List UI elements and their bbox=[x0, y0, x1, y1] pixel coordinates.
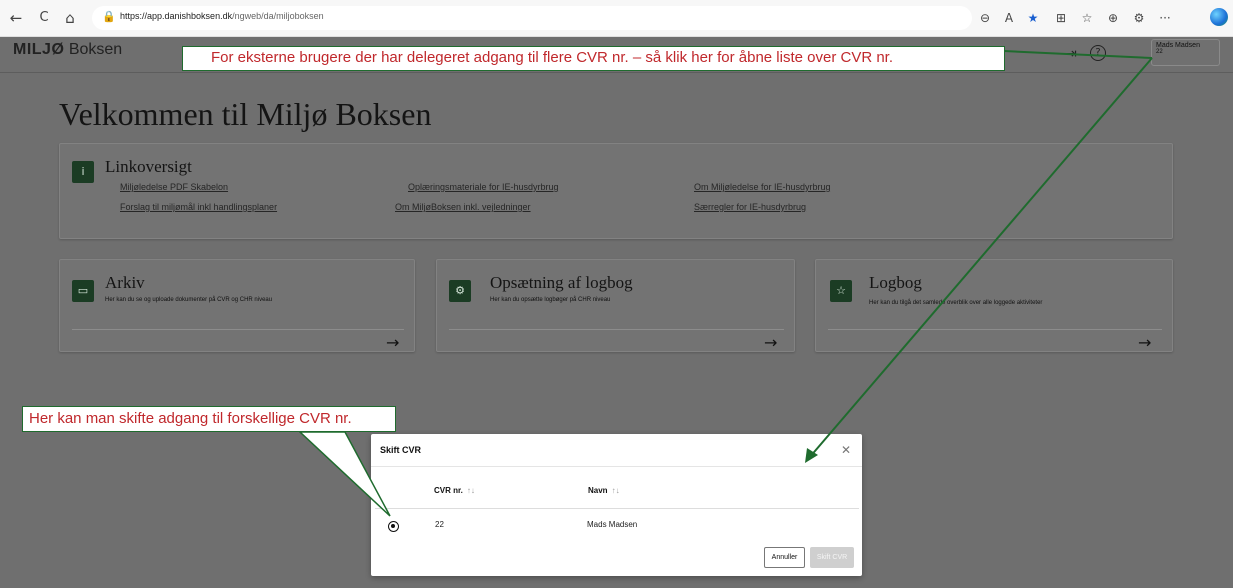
split-screen-icon[interactable]: ⊞ bbox=[1052, 9, 1070, 27]
url-path: /ngweb/da/miljoboksen bbox=[232, 11, 324, 21]
logbook-star-icon: ☆ bbox=[830, 280, 852, 302]
link-environment-goals[interactable]: Forslag til miljømål inkl handlingsplane… bbox=[120, 202, 277, 212]
logbook-setup-divider bbox=[449, 329, 784, 330]
zoom-icon[interactable]: ⊖ bbox=[976, 9, 994, 27]
cvr-header-label: CVR nr. bbox=[434, 486, 463, 495]
settings-icon: ⚙ bbox=[449, 280, 471, 302]
logbook-arrow-icon[interactable]: → bbox=[1138, 335, 1151, 351]
logbook-description: Her kan du tilgå det samlede overblik ov… bbox=[869, 300, 1043, 306]
switch-cvr-button[interactable]: Skift CVR bbox=[810, 547, 854, 568]
dialog-header-divider bbox=[371, 466, 862, 467]
back-icon[interactable]: ← bbox=[6, 8, 26, 28]
link-overview-title: Linkoversigt bbox=[105, 157, 192, 176]
archive-title: Arkiv bbox=[105, 273, 145, 292]
archive-arrow-icon[interactable]: → bbox=[386, 335, 399, 351]
logbook-setup-card[interactable]: ⚙ Opsætning af logbog Her kan du opsætte… bbox=[436, 259, 795, 352]
logout-icon[interactable]: ⇥ bbox=[1062, 45, 1080, 63]
reload-icon[interactable]: C bbox=[34, 8, 54, 28]
brand-logo[interactable]: MILJØ Boksen bbox=[13, 41, 122, 59]
page-title: Velkommen til Miljø Boksen bbox=[59, 96, 432, 132]
table-header-divider bbox=[375, 508, 859, 509]
link-special-rules[interactable]: Særregler for IE-husdyrbrug bbox=[694, 202, 806, 212]
row-radio-selected[interactable] bbox=[388, 521, 399, 532]
address-bar[interactable]: 🔒 https://app.danishboksen.dk/ngweb/da/m… bbox=[92, 6, 972, 30]
archive-divider bbox=[72, 329, 404, 330]
column-header-name[interactable]: Navn ↑↓ bbox=[588, 486, 620, 495]
link-overview-card: i Linkoversigt Miljøledelse PDF Skabelon… bbox=[59, 143, 1173, 239]
link-about-miljoboksen[interactable]: Om MiljøBoksen inkl. vejledninger bbox=[395, 202, 531, 212]
top-annotation: For eksterne brugere der har delegeret a… bbox=[182, 46, 1005, 71]
info-icon: i bbox=[72, 161, 94, 183]
close-icon[interactable]: ✕ bbox=[841, 443, 851, 457]
more-icon[interactable]: ··· bbox=[1156, 9, 1174, 27]
browser-toolbar: ← C ⌂ 🔒 https://app.danishboksen.dk/ngwe… bbox=[0, 0, 1233, 37]
user-cvr: 22 bbox=[1156, 49, 1163, 55]
diagonal-arrow-line bbox=[808, 57, 1153, 459]
sort-cvr-icon[interactable]: ↑↓ bbox=[467, 486, 475, 495]
brand-bold: MILJØ bbox=[13, 41, 65, 58]
user-cvr-switcher[interactable]: Mads Madsen 22 bbox=[1151, 39, 1220, 66]
switch-cvr-dialog: Skift CVR ✕ CVR nr. ↑↓ Navn ↑↓ 22 Mads Mad… bbox=[371, 434, 862, 576]
lock-icon: 🔒 bbox=[102, 10, 116, 23]
logbook-setup-description: Her kan du opsætte logbøger på CHR nivea… bbox=[490, 297, 611, 303]
help-icon[interactable]: ? bbox=[1090, 45, 1106, 61]
folder-icon: ▭ bbox=[72, 280, 94, 302]
link-training-material[interactable]: Oplæringsmateriale for IE-husdyrbrug bbox=[408, 182, 559, 192]
brand-light: Boksen bbox=[64, 41, 123, 58]
link-pdf-template[interactable]: Miljøledelse PDF Skabelon bbox=[120, 182, 228, 192]
url-host: https://app.danishboksen.dk bbox=[120, 11, 233, 21]
link-about-env-management[interactable]: Om Miljøledelse for IE-husdyrbrug bbox=[694, 182, 831, 192]
archive-description: Her kan du se og uploade dokumenter på C… bbox=[105, 297, 273, 303]
dialog-title: Skift CVR bbox=[380, 445, 422, 455]
logbook-divider bbox=[828, 329, 1162, 330]
cell-name: Mads Madsen bbox=[587, 520, 638, 529]
favorite-star-icon[interactable]: ★ bbox=[1024, 9, 1042, 27]
logbook-title: Logbog bbox=[869, 273, 922, 292]
collections-icon[interactable]: ⊕ bbox=[1104, 9, 1122, 27]
read-aloud-icon[interactable]: A bbox=[1000, 9, 1018, 27]
extensions-icon[interactable]: ⚙ bbox=[1130, 9, 1148, 27]
user-name: Mads Madsen bbox=[1156, 42, 1200, 49]
name-header-label: Navn bbox=[588, 486, 608, 495]
logbook-setup-arrow-icon[interactable]: → bbox=[764, 335, 777, 351]
logbook-card[interactable]: ☆ Logbog Her kan du tilgå det samlede ov… bbox=[815, 259, 1173, 352]
logbook-setup-title: Opsætning af logbog bbox=[490, 273, 633, 292]
cancel-button[interactable]: Annuller bbox=[764, 547, 805, 568]
sort-name-icon[interactable]: ↑↓ bbox=[612, 486, 620, 495]
home-icon[interactable]: ⌂ bbox=[60, 8, 80, 28]
left-annotation: Her kan man skifte adgang til forskellig… bbox=[22, 406, 396, 432]
edge-copilot-icon[interactable] bbox=[1210, 8, 1228, 26]
archive-card[interactable]: ▭ Arkiv Her kan du se og uploade dokumen… bbox=[59, 259, 415, 352]
favorites-bar-icon[interactable]: ☆ bbox=[1078, 9, 1096, 27]
cell-cvr: 22 bbox=[435, 520, 444, 529]
column-header-cvr[interactable]: CVR nr. ↑↓ bbox=[434, 486, 475, 495]
url-text: https://app.danishboksen.dk/ngweb/da/mil… bbox=[120, 11, 324, 21]
